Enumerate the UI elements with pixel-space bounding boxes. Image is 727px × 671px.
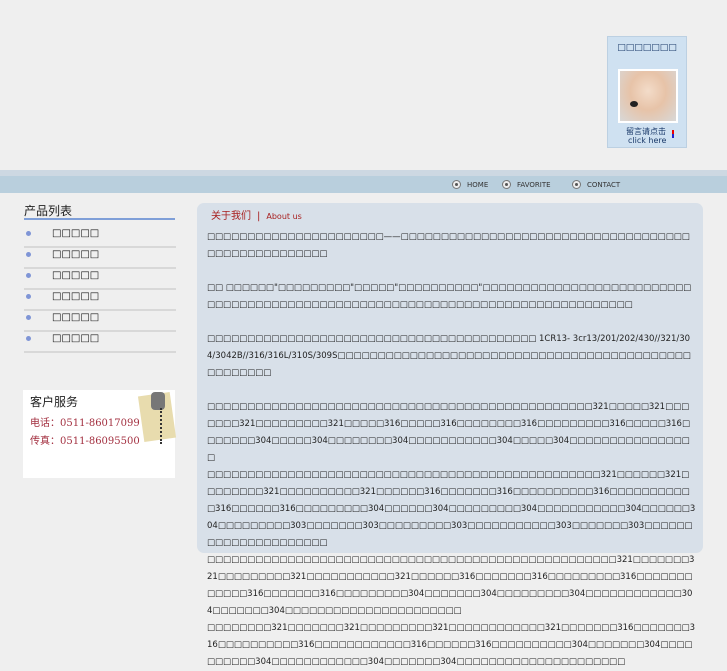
paragraph: □□□□□□□□□□□□□□□□□□□□□□□□□□□□□□□□□□□□□□□□… <box>207 470 696 548</box>
paragraph: □□ □□□□□□"□□□□□□□□□"□□□□□"□□□□□□□□□□"□□□… <box>207 283 692 310</box>
flag-icon <box>672 130 674 138</box>
sidebar-item-label: □□□□□ <box>52 249 100 260</box>
service-title: 客户服务 <box>30 395 79 409</box>
sidebar-item-label: □□□□□ <box>52 333 100 344</box>
phone-cord-icon <box>160 408 168 444</box>
sidebar-item[interactable]: □□□□□ <box>24 246 176 269</box>
phone-number: 电话：0511-86017099 <box>30 418 140 429</box>
nav-label: HOME <box>467 180 489 189</box>
bullet-icon <box>572 180 581 189</box>
about-panel: 关于我们 | About us □□□□□□□□□□□□□□□□□□□□□□——□□… <box>197 203 703 667</box>
bullet-icon <box>502 180 511 189</box>
about-title-en: About us <box>266 212 302 221</box>
nav-label: FAVORITE <box>517 180 551 189</box>
customer-service-box: 客户服务 电话：0511-86017099 传真：0511-86095500 <box>23 390 177 478</box>
bullet-icon <box>26 315 31 320</box>
heading-divider: | <box>257 211 261 222</box>
message-widget[interactable]: □□□□□□□ 留言请点击 click here <box>607 36 687 148</box>
bullet-icon <box>26 252 31 257</box>
sidebar-item[interactable]: □□□□□ <box>24 267 176 290</box>
sidebar-item[interactable]: □□□□□ <box>24 225 176 248</box>
paragraph: □□□□□□□□□□□□□□□□□□□□□□——□□□□□□□□□□□□□□□□… <box>207 232 690 259</box>
paragraph: □□□□□□□□□□□□□□□□□□□□□□□□□□□□□□□□□□□□□□□□… <box>207 402 690 463</box>
paragraph: □□□□□□□□□□□□□□□□□□□□□□□□□□□□□□□□□□□□□□□□… <box>207 555 695 616</box>
fax-number: 传真：0511-86095500 <box>30 436 140 447</box>
nav-favorite[interactable]: FAVORITE <box>502 180 551 189</box>
bullet-icon <box>26 273 31 278</box>
nav-label: CONTACT <box>587 180 621 189</box>
nav-contact[interactable]: CONTACT <box>572 180 620 189</box>
paragraph: □□□□□□□□321□□□□□□□321□□□□□□□□□321□□□□□□□… <box>207 623 696 667</box>
about-title-cn: 关于我们 <box>211 211 251 222</box>
top-nav: HOME FAVORITE CONTACT <box>0 176 727 193</box>
bullet-icon <box>452 180 461 189</box>
title-underline <box>24 218 175 220</box>
product-list-title: 产品列表 <box>24 204 73 218</box>
nav-home[interactable]: HOME <box>452 180 488 189</box>
sidebar-item-label: □□□□□ <box>52 228 100 239</box>
bullet-icon <box>26 294 31 299</box>
sidebar-item[interactable]: □□□□□ <box>24 288 176 311</box>
sidebar-item-label: □□□□□ <box>52 312 100 323</box>
widget-title: □□□□□□□ <box>617 43 677 53</box>
sidebar-item-label: □□□□□ <box>52 270 100 281</box>
sidebar-item-label: □□□□□ <box>52 291 100 302</box>
bullet-icon <box>26 231 31 236</box>
about-heading: 关于我们 | About us <box>211 207 302 222</box>
support-photo[interactable] <box>618 69 678 123</box>
about-text: □□□□□□□□□□□□□□□□□□□□□□——□□□□□□□□□□□□□□□□… <box>207 229 697 671</box>
sidebar-item[interactable]: □□□□□ <box>24 330 176 353</box>
paragraph: □□□□□□□□□□□□□□□□□□□□□□□□□□□□□□□□□□□□□□□□… <box>207 334 691 378</box>
bullet-icon <box>26 336 31 341</box>
sidebar-item[interactable]: □□□□□ <box>24 309 176 332</box>
click-here-link[interactable]: click here <box>628 136 666 145</box>
